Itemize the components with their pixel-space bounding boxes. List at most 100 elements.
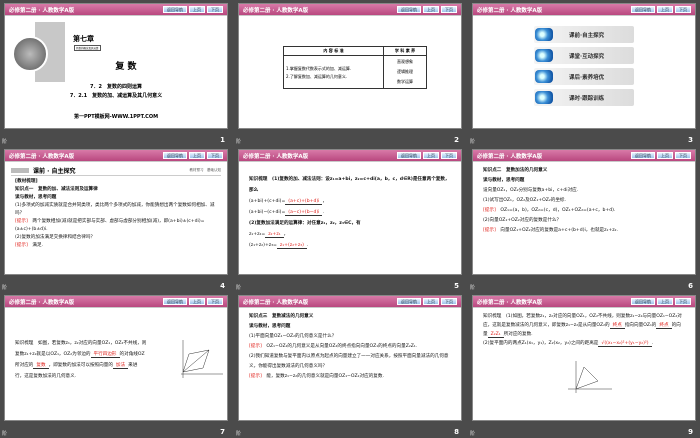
text-line: [提示] 向量OZ₁+OZ₂对应的复数是a+c+(b+d)i，也就是z₁+z₂.	[483, 226, 685, 236]
text-line: [提示] 能，复数z₁−z₂的几何意义就是向量OZ₁−OZ₂对应的复数.	[249, 372, 451, 382]
slide-header: 必修第二册 · 人教数学A版 返回导航 上页 下页	[239, 150, 461, 162]
text-line: 行，这是复数加法的几何意义.	[15, 371, 160, 382]
nav-back-button[interactable]: 返回导航	[631, 152, 655, 159]
section-subtitle: 教材预习 基础认知	[189, 168, 222, 172]
next-page-button[interactable]: 下页	[441, 6, 457, 13]
text-segment: (2)向量OZ₁+OZ₂对应的复数是什么？	[483, 218, 562, 223]
text-line: 知识梳理 (1)如图，若复数z₁，z₂对应的向量OZ₁，OZ₂不共线，则复数z₁…	[483, 312, 685, 339]
nav-item-label: 课堂·互动探究	[569, 53, 605, 60]
prev-page-button[interactable]: 上页	[189, 6, 205, 13]
nav-back-button[interactable]: 返回导航	[397, 298, 421, 305]
text-line: (z₁+z₂)+z₃= z₁+(z₂+z₃).	[249, 240, 451, 251]
text-segment: 所对应的	[15, 363, 34, 368]
nav-back-button[interactable]: 返回导航	[163, 152, 187, 159]
corner-mark: 阶	[2, 431, 8, 437]
slide-header: 必修第二册 · 人教数学A版 返回导航 上页 下页	[473, 296, 695, 308]
prev-page-button[interactable]: 上页	[423, 298, 439, 305]
text-segment: 能，复数z₁−z₂的几何意义就是向量OZ₁−OZ₂对应的复数.	[261, 374, 384, 379]
text-segment: ，	[322, 199, 328, 204]
text-line: (2)我们知道复数与复平面内以原点为起点的向量建立了一一对应关系，按照平面向量减…	[249, 352, 451, 372]
text-line: (2)向量OZ₁+OZ₂对应的复数是什么？	[483, 216, 685, 226]
nav-item-label: 课时·跟踪训练	[569, 95, 605, 102]
nav-back-button[interactable]: 返回导航	[163, 6, 187, 13]
parallelogram-diagram	[181, 340, 223, 378]
slide-thumbnail[interactable]: 必修第二册 · 人教数学A版 返回导航 上页 下页内 容 标 准学 科 素 养 …	[234, 0, 467, 146]
answer-text: 终点	[656, 323, 672, 329]
prev-page-button[interactable]: 上页	[423, 6, 439, 13]
slide-thumbnail[interactable]: 必修第二册 · 人教数学A版 返回导航 上页 下页知识梳理 (1)如图，若复数z…	[468, 292, 700, 438]
footer-text: 第一PPT模板网-WWW.1PPT.COM	[73, 114, 159, 120]
subsection-title: 7．2.1 复数的加、减运算及其几何意义	[69, 93, 163, 99]
text-segment: (2)我们知道复数与复平面内以原点为起点的向量建立了一一对应关系，按照平面向量减…	[249, 354, 449, 369]
next-page-button[interactable]: 下页	[207, 152, 223, 159]
answer-text: [提示]	[249, 344, 262, 349]
text-line: 读与教材，思考问题	[15, 194, 217, 202]
slide: 必修第二册 · 人教数学A版 返回导航 上页 下页知识点三 复数减法的几何意义读…	[238, 295, 462, 421]
corner-mark: 阶	[470, 139, 476, 145]
corner-mark: 阶	[470, 285, 476, 291]
slide-thumbnail[interactable]: 必修第二册 · 人教数学A版 返回导航 上页 下页 知识点二 复数加法的几何意义读…	[468, 146, 700, 292]
nav-back-button[interactable]: 返回导航	[397, 6, 421, 13]
course-title: 必修第二册 · 人教数学A版	[9, 153, 75, 160]
nav-item-button[interactable]: 课前·自主探究	[534, 26, 634, 43]
answer-text: z₂+z₁	[265, 232, 284, 238]
text-line: z₁+z₂= z₂+z₁，	[249, 229, 451, 240]
table-cell: 1.掌握复数代数表示式的加、减运算.	[286, 66, 352, 71]
slide-thumbnail[interactable]: 必修第二册 · 人教数学A版 返回导航 上页 下页 知识梳理 如图，若复数z₁，z…	[0, 292, 233, 438]
corner-mark: 阶	[470, 431, 476, 437]
next-page-button[interactable]: 下页	[207, 298, 223, 305]
answer-text: 加法	[112, 363, 129, 369]
text-segment: (2)复平面内的两点Z₁(x₁，y₁)，Z₂(x₂，y₂)之间的距离是	[483, 341, 599, 346]
next-page-button[interactable]: 下页	[675, 298, 691, 305]
nav-item-button[interactable]: 课堂·互动探究	[534, 47, 634, 64]
text-segment: 满足.	[27, 243, 44, 248]
text-line: (a+bi)−(c+di)= (a−c)+(b−d)i.	[249, 207, 451, 218]
prev-page-button[interactable]: 上页	[657, 152, 673, 159]
answer-text: z₁+(z₂+z₃)	[276, 243, 307, 249]
corner-mark: 阶	[2, 139, 8, 145]
slide-thumbnail[interactable]: 必修第二册 · 人教数学A版 返回导航 上页 下页 知识梳理 (1)复数的加、减法…	[234, 146, 467, 292]
answer-text: Z₂Z₁	[487, 332, 504, 338]
next-page-button[interactable]: 下页	[441, 298, 457, 305]
text-line: 知识点二 复数加法的几何意义	[483, 166, 685, 176]
slide-header: 必修第二册 · 人教数学A版 返回导航 上页 下页	[5, 4, 227, 16]
text-line: 复数z₁+z₂就是以OZ₁，OZ₂为邻边的 平行四边形 的对角线OZ	[15, 349, 160, 360]
course-title: 必修第二册 · 人教数学A版	[9, 299, 75, 306]
nav-item-button[interactable]: 课时·跟踪训练	[534, 89, 634, 106]
slide-thumbnail[interactable]: 必修第二册 · 人教数学A版 返回导航 上页 下页 第七章 复数的概念及其运算 …	[0, 0, 233, 146]
text-line: [提示] 满足.	[15, 242, 217, 250]
next-page-button[interactable]: 下页	[441, 152, 457, 159]
next-page-button[interactable]: 下页	[675, 152, 691, 159]
nav-back-button[interactable]: 返回导航	[163, 298, 187, 305]
text-line: [提示] OZ₁−OZ₂的几何意义是从向量OZ₂的终点指向向量OZ₁的终点的向量…	[249, 342, 451, 352]
text-line: 读与教材，思考问题	[249, 322, 451, 332]
next-page-button[interactable]: 下页	[207, 6, 223, 13]
slide-thumbnail[interactable]: 必修第二册 · 人教数学A版 返回导航 上页 下页 课前·自主探究 课堂·互动探究课…	[468, 0, 700, 146]
slide-thumbnail[interactable]: 必修第二册 · 人教数学A版 返回导航 上页 下页 课前 · 自主探究 教材预习 基…	[0, 146, 233, 292]
text-segment: z₁+z₂=	[249, 232, 266, 237]
text-segment: 两个复数相加(减)就是把实部与实部、虚部与虚部分别相加(减)，即(a+bi)±(…	[15, 219, 205, 232]
nav-back-button[interactable]: 返回导航	[397, 152, 421, 159]
answer-text: [提示]	[249, 374, 262, 379]
slide-header: 必修第二册 · 人教数学A版 返回导航 上页 下页	[239, 296, 461, 308]
course-title: 必修第二册 · 人教数学A版	[243, 153, 309, 160]
arrow-swoosh-icon	[535, 28, 553, 41]
course-title: 必修第二册 · 人教数学A版	[477, 7, 543, 14]
slide: 必修第二册 · 人教数学A版 返回导航 上页 下页知识梳理 (1)如图，若复数z…	[472, 295, 696, 421]
prev-page-button[interactable]: 上页	[423, 152, 439, 159]
next-page-button[interactable]: 下页	[675, 6, 691, 13]
nav-back-button[interactable]: 返回导航	[631, 6, 655, 13]
nav-item-button[interactable]: 课后·素养培优	[534, 68, 634, 85]
slide-thumbnail[interactable]: 必修第二册 · 人教数学A版 返回导航 上页 下页知识点三 复数减法的几何意义读…	[234, 292, 467, 438]
answer-text: [提示]	[15, 219, 28, 224]
text-segment: 知识点三 复数减法的几何意义	[249, 314, 314, 319]
prev-page-button[interactable]: 上页	[189, 298, 205, 305]
prev-page-button[interactable]: 上页	[657, 298, 673, 305]
text-line: (1)试写出OZ₁，OZ₂及OZ₁+OZ₂的坐标.	[483, 196, 685, 206]
prev-page-button[interactable]: 上页	[189, 152, 205, 159]
text-segment: 的对角线OZ	[119, 352, 145, 357]
section-title: 7．2 复数的四则运算	[90, 84, 142, 90]
nav-back-button[interactable]: 返回导航	[631, 298, 655, 305]
text-segment: 来进	[128, 363, 138, 368]
prev-page-button[interactable]: 上页	[657, 6, 673, 13]
